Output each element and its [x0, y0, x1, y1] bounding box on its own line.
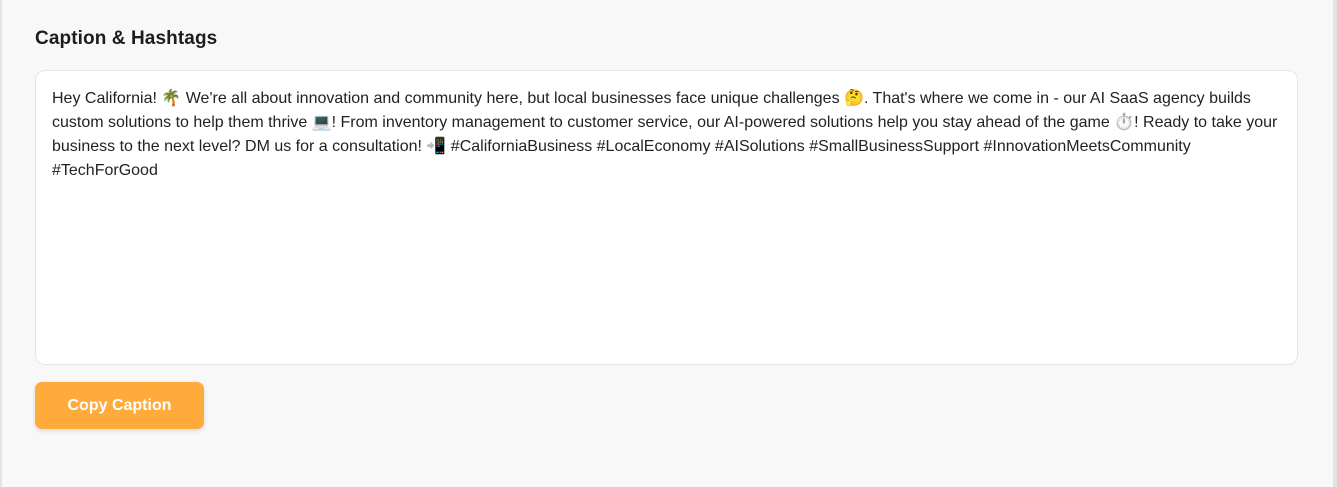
left-divider [0, 0, 2, 487]
section-title: Caption & Hashtags [35, 28, 218, 49]
copy-caption-button[interactable]: Copy Caption [35, 382, 204, 429]
caption-textarea[interactable]: Hey California! 🌴 We're all about innova… [35, 70, 1298, 365]
caption-panel: Caption & Hashtags Hey California! 🌴 We'… [0, 0, 1337, 487]
right-divider [1333, 0, 1337, 487]
